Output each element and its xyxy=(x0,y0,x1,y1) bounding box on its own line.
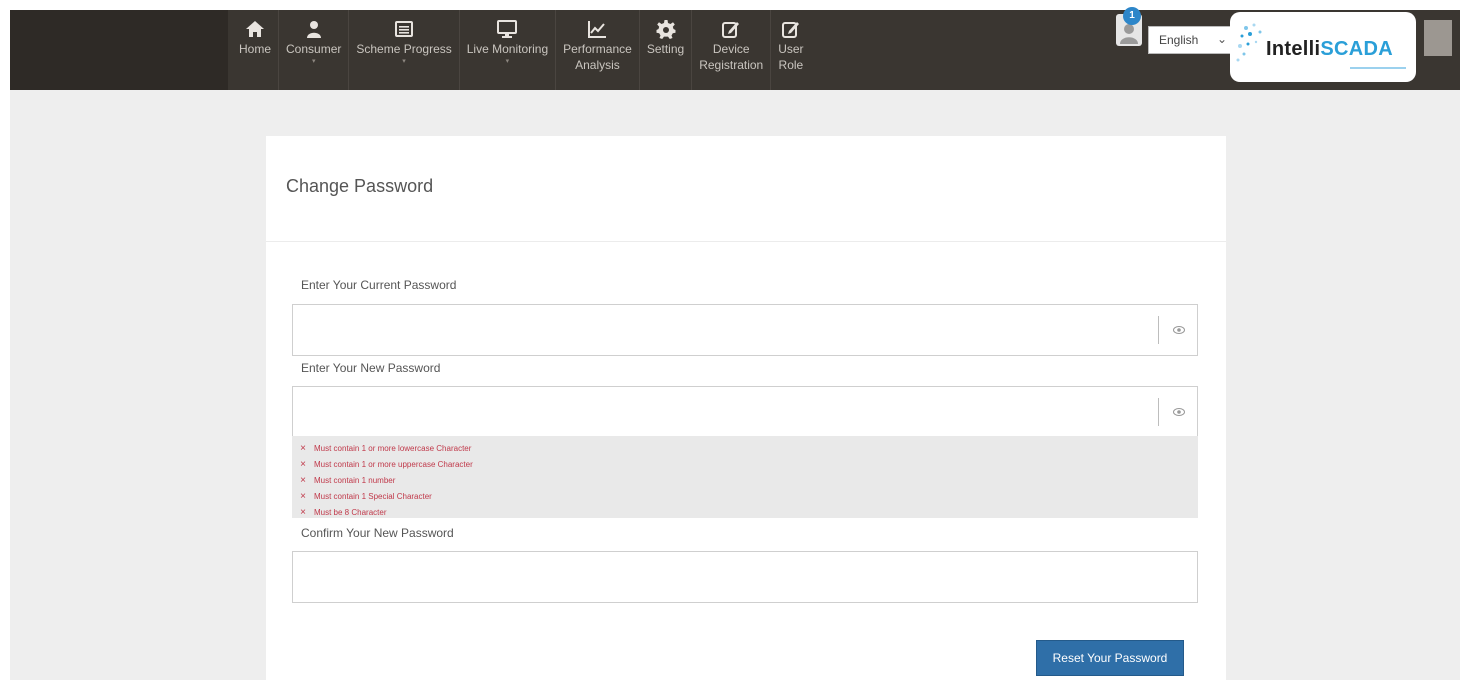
edit-icon xyxy=(781,18,801,40)
eye-icon xyxy=(1172,326,1185,334)
user-icon xyxy=(304,18,324,40)
chevron-down-icon: ▾ xyxy=(505,58,510,65)
nav-label-setting: Setting xyxy=(646,42,685,56)
current-password-label: Enter Your Current Password xyxy=(301,278,457,292)
main-nav: Home Consumer ▾ Scheme Progress ▾ Live M… xyxy=(232,10,811,90)
password-rule: × Must contain 1 or more uppercase Chara… xyxy=(292,456,1198,472)
password-rule: × Must contain 1 number xyxy=(292,472,1198,488)
nav-label-scheme-progress: Scheme Progress xyxy=(356,42,452,56)
password-rules: × Must contain 1 or more lowercase Chara… xyxy=(292,436,1198,518)
nav-label-performance: Performance xyxy=(563,42,632,56)
nav-item-performance-analysis[interactable]: Performance Analysis xyxy=(556,10,640,90)
home-icon xyxy=(245,18,265,40)
nav-label-consumer: Consumer xyxy=(286,42,342,56)
chevron-down-icon: ⌄ xyxy=(1216,32,1227,46)
language-select[interactable]: English ⌄ xyxy=(1148,26,1234,54)
show-current-password-toggle[interactable] xyxy=(1158,316,1198,344)
nav-label-home: Home xyxy=(239,42,272,56)
chevron-down-icon: ▾ xyxy=(311,58,316,65)
nav-label-user: User xyxy=(778,42,804,56)
nav-label-analysis: Analysis xyxy=(575,58,620,72)
change-password-card: Change Password Enter Your Current Passw… xyxy=(266,136,1226,680)
nav-item-setting[interactable]: Setting xyxy=(640,10,693,90)
nav-item-live-monitoring[interactable]: Live Monitoring ▾ xyxy=(460,10,557,90)
notification-badge: 1 xyxy=(1123,7,1141,25)
nav-item-consumer[interactable]: Consumer ▾ xyxy=(279,10,350,90)
chart-icon xyxy=(587,18,607,40)
nav-label-device: Device xyxy=(712,42,750,56)
nav-item-user-role[interactable]: User Role xyxy=(771,10,810,90)
password-rule: × Must contain 1 Special Character xyxy=(292,488,1198,504)
page-title: Change Password xyxy=(286,176,434,196)
confirm-password-input[interactable] xyxy=(292,551,1198,603)
error-x-icon: × xyxy=(300,506,306,518)
list-icon xyxy=(394,18,414,40)
current-password-input[interactable] xyxy=(292,304,1198,356)
nav-item-home[interactable]: Home xyxy=(232,10,280,90)
chevron-down-icon: ▾ xyxy=(402,58,406,65)
confirm-password-label: Confirm Your New Password xyxy=(301,526,454,540)
nav-label-registration: Registration xyxy=(699,58,764,72)
card-header: Change Password xyxy=(266,136,1226,242)
logo-tagline xyxy=(1350,67,1406,69)
new-password-label: Enter Your New Password xyxy=(301,361,441,375)
gear-icon xyxy=(656,18,676,40)
error-x-icon: × xyxy=(300,490,306,502)
nav-label-live-monitoring: Live Monitoring xyxy=(466,42,549,56)
error-x-icon: × xyxy=(300,442,306,454)
monitor-icon xyxy=(497,18,518,40)
eye-icon xyxy=(1172,408,1185,416)
user-profile-thumb[interactable] xyxy=(1424,20,1452,56)
error-x-icon: × xyxy=(300,458,306,470)
nav-label-role: Role xyxy=(778,58,804,72)
edit-icon xyxy=(721,18,741,40)
intelliscada-logo: IntelliSCADA xyxy=(1230,12,1416,82)
password-rule: × Must be 8 Character xyxy=(292,504,1198,520)
new-password-input[interactable] xyxy=(292,386,1198,438)
password-rule: × Must contain 1 or more lowercase Chara… xyxy=(292,440,1198,456)
error-x-icon: × xyxy=(300,474,306,486)
navbar-left-strip xyxy=(10,10,228,92)
show-new-password-toggle[interactable] xyxy=(1158,398,1198,426)
nav-item-scheme-progress[interactable]: Scheme Progress ▾ xyxy=(349,10,460,90)
logo-wordmark: IntelliSCADA xyxy=(1266,38,1393,60)
nav-item-device-registration[interactable]: Device Registration xyxy=(692,10,772,90)
language-value: English xyxy=(1159,33,1199,47)
reset-password-button[interactable]: Reset Your Password xyxy=(1036,640,1184,676)
